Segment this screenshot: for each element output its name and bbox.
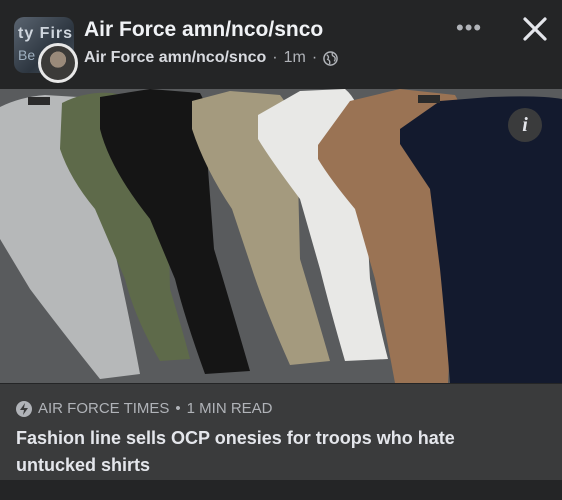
post-header: ty Firs Be Air Force amn/nco/snco Air Fo… bbox=[0, 0, 562, 88]
post-bottom-bar bbox=[0, 480, 562, 500]
link-preview-footer[interactable]: AIR FORCE TIMES • 1 MIN READ Fashion lin… bbox=[0, 384, 562, 480]
close-icon[interactable] bbox=[518, 12, 552, 46]
read-time: 1 MIN READ bbox=[186, 400, 273, 417]
author-avatar[interactable] bbox=[38, 43, 78, 83]
group-avatar-text: ty Firs bbox=[18, 25, 74, 42]
source-separator: • bbox=[175, 400, 181, 417]
globe-icon bbox=[323, 50, 338, 66]
author-name-link[interactable]: Air Force amn/nco/snco bbox=[84, 49, 266, 67]
bolt-icon bbox=[16, 400, 32, 417]
more-options-button[interactable]: ••• bbox=[456, 17, 488, 42]
avatar-group[interactable]: ty Firs Be bbox=[14, 17, 78, 83]
info-icon[interactable]: i bbox=[508, 108, 542, 142]
group-avatar-text-2: Be bbox=[18, 47, 36, 63]
post-meta: Air Force amn/nco/snco · 1m · bbox=[84, 49, 338, 67]
group-name-link[interactable]: Air Force amn/nco/snco bbox=[84, 18, 323, 42]
link-headline[interactable]: Fashion line sells OCP onesies for troop… bbox=[16, 425, 536, 479]
meta-separator-2: · bbox=[311, 49, 318, 66]
source-name: AIR FORCE TIMES bbox=[38, 400, 170, 417]
post-timestamp[interactable]: 1m bbox=[284, 49, 306, 67]
onesies-photo bbox=[0, 89, 562, 383]
link-source: AIR FORCE TIMES • 1 MIN READ bbox=[16, 400, 273, 417]
link-preview-image[interactable]: i bbox=[0, 89, 562, 383]
meta-separator: · bbox=[272, 49, 278, 66]
